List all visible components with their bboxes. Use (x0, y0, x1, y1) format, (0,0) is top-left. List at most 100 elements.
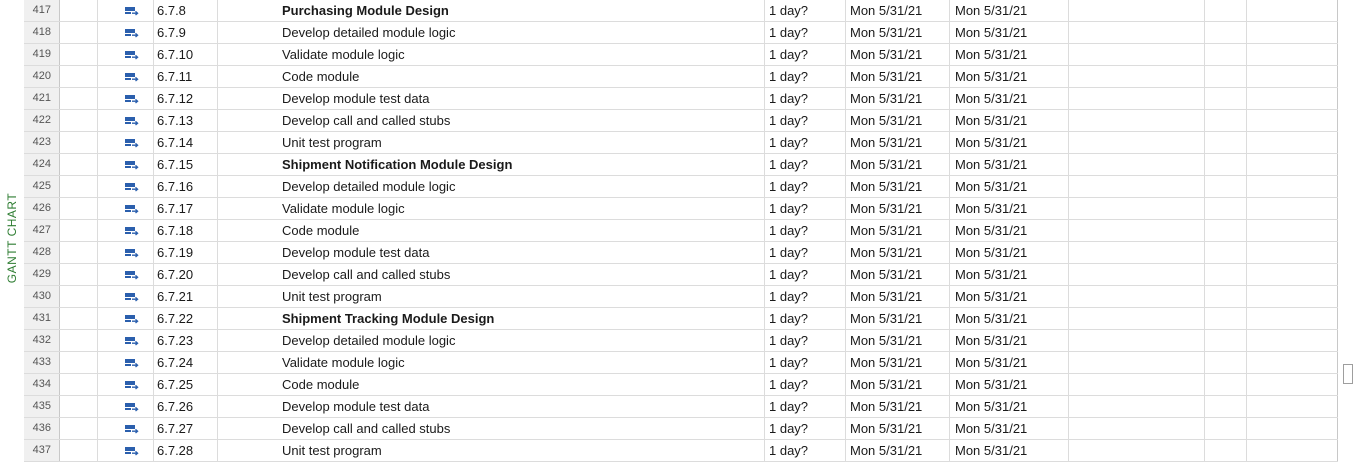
start-date-cell[interactable]: Mon 5/31/21 (846, 286, 950, 307)
indicators-cell[interactable] (60, 396, 98, 417)
table-row[interactable]: 423 6.7.14 Unit test program 1 day? Mon 5/31… (24, 132, 1338, 154)
start-date-cell[interactable]: Mon 5/31/21 (846, 418, 950, 439)
predecessors-cell[interactable] (1069, 264, 1205, 285)
vertical-scrollbar[interactable] (1338, 0, 1358, 464)
task-mode-cell[interactable] (98, 44, 154, 65)
table-row[interactable]: 432 6.7.23 Develop detailed module logic 1 … (24, 330, 1338, 352)
task-mode-cell[interactable] (98, 110, 154, 131)
indicators-cell[interactable] (60, 0, 98, 21)
indicators-cell[interactable] (60, 242, 98, 263)
duration-cell[interactable]: 1 day? (765, 132, 846, 153)
task-mode-cell[interactable] (98, 330, 154, 351)
predecessors-cell[interactable] (1069, 0, 1205, 21)
duration-cell[interactable]: 1 day? (765, 176, 846, 197)
task-mode-cell[interactable] (98, 264, 154, 285)
wbs-cell[interactable]: 6.7.27 (154, 418, 218, 439)
predecessors-cell[interactable] (1069, 242, 1205, 263)
resource-cell[interactable] (1205, 0, 1247, 21)
task-mode-cell[interactable] (98, 154, 154, 175)
row-id-cell[interactable]: 434 (24, 374, 60, 395)
duration-cell[interactable]: 1 day? (765, 308, 846, 329)
add-column-cell[interactable] (1247, 0, 1338, 21)
resource-cell[interactable] (1205, 418, 1247, 439)
task-mode-cell[interactable] (98, 220, 154, 241)
table-row[interactable]: 436 6.7.27 Develop call and called stubs 1 … (24, 418, 1338, 440)
row-id-cell[interactable]: 427 (24, 220, 60, 241)
wbs-cell[interactable]: 6.7.10 (154, 44, 218, 65)
indicators-cell[interactable] (60, 176, 98, 197)
finish-date-cell[interactable]: Mon 5/31/21 (950, 352, 1069, 373)
row-id-cell[interactable]: 423 (24, 132, 60, 153)
task-name-cell[interactable]: Develop detailed module logic (218, 330, 765, 351)
resource-cell[interactable] (1205, 330, 1247, 351)
predecessors-cell[interactable] (1069, 418, 1205, 439)
start-date-cell[interactable]: Mon 5/31/21 (846, 374, 950, 395)
add-column-cell[interactable] (1247, 176, 1338, 197)
predecessors-cell[interactable] (1069, 286, 1205, 307)
predecessors-cell[interactable] (1069, 220, 1205, 241)
task-name-cell[interactable]: Unit test program (218, 440, 765, 461)
resource-cell[interactable] (1205, 198, 1247, 219)
table-row[interactable]: 431 6.7.22 Shipment Tracking Module Design… (24, 308, 1338, 330)
task-name-cell[interactable]: Unit test program (218, 132, 765, 153)
add-column-cell[interactable] (1247, 286, 1338, 307)
table-row[interactable]: 422 6.7.13 Develop call and called stubs 1 … (24, 110, 1338, 132)
task-name-cell[interactable]: Develop call and called stubs (218, 264, 765, 285)
duration-cell[interactable]: 1 day? (765, 242, 846, 263)
finish-date-cell[interactable]: Mon 5/31/21 (950, 374, 1069, 395)
resource-cell[interactable] (1205, 110, 1247, 131)
table-row[interactable]: 437 6.7.28 Unit test program 1 day? Mon 5/31… (24, 440, 1338, 462)
start-date-cell[interactable]: Mon 5/31/21 (846, 440, 950, 461)
predecessors-cell[interactable] (1069, 22, 1205, 43)
resource-cell[interactable] (1205, 396, 1247, 417)
task-name-cell[interactable]: Develop module test data (218, 242, 765, 263)
wbs-cell[interactable]: 6.7.25 (154, 374, 218, 395)
indicators-cell[interactable] (60, 418, 98, 439)
duration-cell[interactable]: 1 day? (765, 110, 846, 131)
wbs-cell[interactable]: 6.7.21 (154, 286, 218, 307)
predecessors-cell[interactable] (1069, 66, 1205, 87)
predecessors-cell[interactable] (1069, 396, 1205, 417)
indicators-cell[interactable] (60, 440, 98, 461)
start-date-cell[interactable]: Mon 5/31/21 (846, 0, 950, 21)
duration-cell[interactable]: 1 day? (765, 352, 846, 373)
task-mode-cell[interactable] (98, 352, 154, 373)
finish-date-cell[interactable]: Mon 5/31/21 (950, 242, 1069, 263)
duration-cell[interactable]: 1 day? (765, 88, 846, 109)
wbs-cell[interactable]: 6.7.26 (154, 396, 218, 417)
indicators-cell[interactable] (60, 132, 98, 153)
finish-date-cell[interactable]: Mon 5/31/21 (950, 308, 1069, 329)
resource-cell[interactable] (1205, 308, 1247, 329)
task-name-cell[interactable]: Validate module logic (218, 44, 765, 65)
add-column-cell[interactable] (1247, 220, 1338, 241)
add-column-cell[interactable] (1247, 352, 1338, 373)
task-mode-cell[interactable] (98, 132, 154, 153)
scrollbar-thumb[interactable] (1343, 364, 1353, 384)
task-mode-cell[interactable] (98, 242, 154, 263)
finish-date-cell[interactable]: Mon 5/31/21 (950, 66, 1069, 87)
task-mode-cell[interactable] (98, 176, 154, 197)
task-mode-cell[interactable] (98, 396, 154, 417)
row-id-cell[interactable]: 436 (24, 418, 60, 439)
predecessors-cell[interactable] (1069, 44, 1205, 65)
add-column-cell[interactable] (1247, 440, 1338, 461)
indicators-cell[interactable] (60, 308, 98, 329)
duration-cell[interactable]: 1 day? (765, 66, 846, 87)
row-id-cell[interactable]: 426 (24, 198, 60, 219)
resource-cell[interactable] (1205, 154, 1247, 175)
indicators-cell[interactable] (60, 66, 98, 87)
indicators-cell[interactable] (60, 330, 98, 351)
predecessors-cell[interactable] (1069, 132, 1205, 153)
predecessors-cell[interactable] (1069, 198, 1205, 219)
task-name-cell[interactable]: Code module (218, 220, 765, 241)
add-column-cell[interactable] (1247, 374, 1338, 395)
task-name-cell[interactable]: Shipment Notification Module Design (218, 154, 765, 175)
indicators-cell[interactable] (60, 110, 98, 131)
wbs-cell[interactable]: 6.7.20 (154, 264, 218, 285)
wbs-cell[interactable]: 6.7.23 (154, 330, 218, 351)
finish-date-cell[interactable]: Mon 5/31/21 (950, 418, 1069, 439)
table-row[interactable]: 420 6.7.11 Code module 1 day? Mon 5/31/21 Mon… (24, 66, 1338, 88)
task-mode-cell[interactable] (98, 440, 154, 461)
start-date-cell[interactable]: Mon 5/31/21 (846, 352, 950, 373)
start-date-cell[interactable]: Mon 5/31/21 (846, 242, 950, 263)
